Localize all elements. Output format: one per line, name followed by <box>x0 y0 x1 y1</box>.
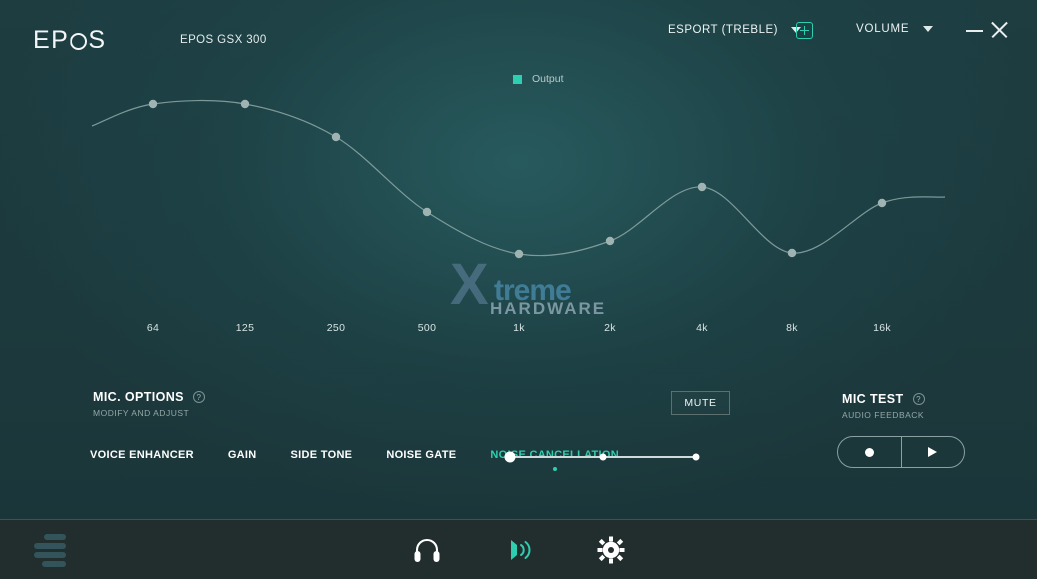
mic-test-subtitle: AUDIO FEEDBACK <box>842 410 925 420</box>
volume-dropdown[interactable]: VOLUME <box>856 23 934 35</box>
mic-options-header: MIC. OPTIONS ? MODIFY AND ADJUST <box>93 390 205 418</box>
volume-dropdown-label: VOLUME <box>856 23 910 35</box>
eq-curve-svg[interactable] <box>0 60 1037 350</box>
device-name-label: EPOS GSX 300 <box>180 34 267 46</box>
frequency-tick-label: 2k <box>604 322 616 334</box>
mic-test-header: MIC TEST ? AUDIO FEEDBACK <box>842 392 925 420</box>
controls-panel: MIC. OPTIONS ? MODIFY AND ADJUST MIC TES… <box>0 350 1037 518</box>
eq-control-point[interactable] <box>240 99 250 109</box>
mic-options-title: MIC. OPTIONS <box>93 390 184 404</box>
mic-test-title: MIC TEST <box>842 392 904 406</box>
eq-control-point[interactable] <box>148 99 158 109</box>
equalizer-chart: Output 64 125 250 500 1k 2k 4k 8k 16k <box>0 60 1037 350</box>
mic-options-title-row: MIC. OPTIONS ? <box>93 390 205 404</box>
question-mark-icon[interactable]: ? <box>912 393 925 405</box>
eq-control-point[interactable] <box>787 248 797 258</box>
frequency-tick-label: 8k <box>786 322 798 334</box>
epos-wordmark-logo: EP S <box>33 28 107 53</box>
frequency-axis: 64 125 250 500 1k 2k 4k 8k 16k <box>0 322 1037 342</box>
close-icon[interactable] <box>990 20 1009 39</box>
preset-dropdown[interactable]: ESPORT (TREBLE) <box>668 24 801 36</box>
eq-control-point[interactable] <box>422 207 432 217</box>
question-mark-icon[interactable]: ? <box>192 391 205 403</box>
epos-o-glyph <box>70 33 88 50</box>
chevron-down-icon <box>923 26 934 32</box>
minimize-icon[interactable] <box>966 22 984 38</box>
nav-icon-group <box>0 520 1037 579</box>
eq-control-point[interactable] <box>331 132 341 142</box>
frequency-tick-label: 125 <box>235 322 255 334</box>
frequency-tick-label: 4k <box>696 322 708 334</box>
frequency-tick-label: 1k <box>513 322 525 334</box>
mic-options-subtitle: MODIFY AND ADJUST <box>93 408 190 418</box>
epos-gaming-suite-window: EP S EPOS GSX 300 ESPORT (TREBLE) VOLUME … <box>0 0 1037 579</box>
mic-test-title-row: MIC TEST ? <box>842 392 925 406</box>
epos-wordmark-text: EP S <box>33 26 107 54</box>
headphones-icon[interactable] <box>410 533 444 567</box>
microphone-waves-icon[interactable] <box>502 533 536 567</box>
eq-control-point[interactable] <box>697 182 707 192</box>
eq-control-point[interactable] <box>605 236 615 246</box>
bottom-navigation-bar <box>0 519 1037 579</box>
frequency-tick-label: 500 <box>417 322 437 334</box>
title-bar: EP S EPOS GSX 300 ESPORT (TREBLE) VOLUME <box>0 0 1037 60</box>
frequency-tick-label: 64 <box>146 322 160 334</box>
frequency-tick-label: 16k <box>873 322 891 334</box>
gear-icon[interactable] <box>594 533 628 567</box>
eq-control-point[interactable] <box>514 249 524 259</box>
eq-control-point[interactable] <box>877 198 887 208</box>
frequency-tick-label: 250 <box>326 322 346 334</box>
preset-dropdown-label: ESPORT (TREBLE) <box>668 24 778 36</box>
plus-square-icon[interactable] <box>796 22 813 39</box>
